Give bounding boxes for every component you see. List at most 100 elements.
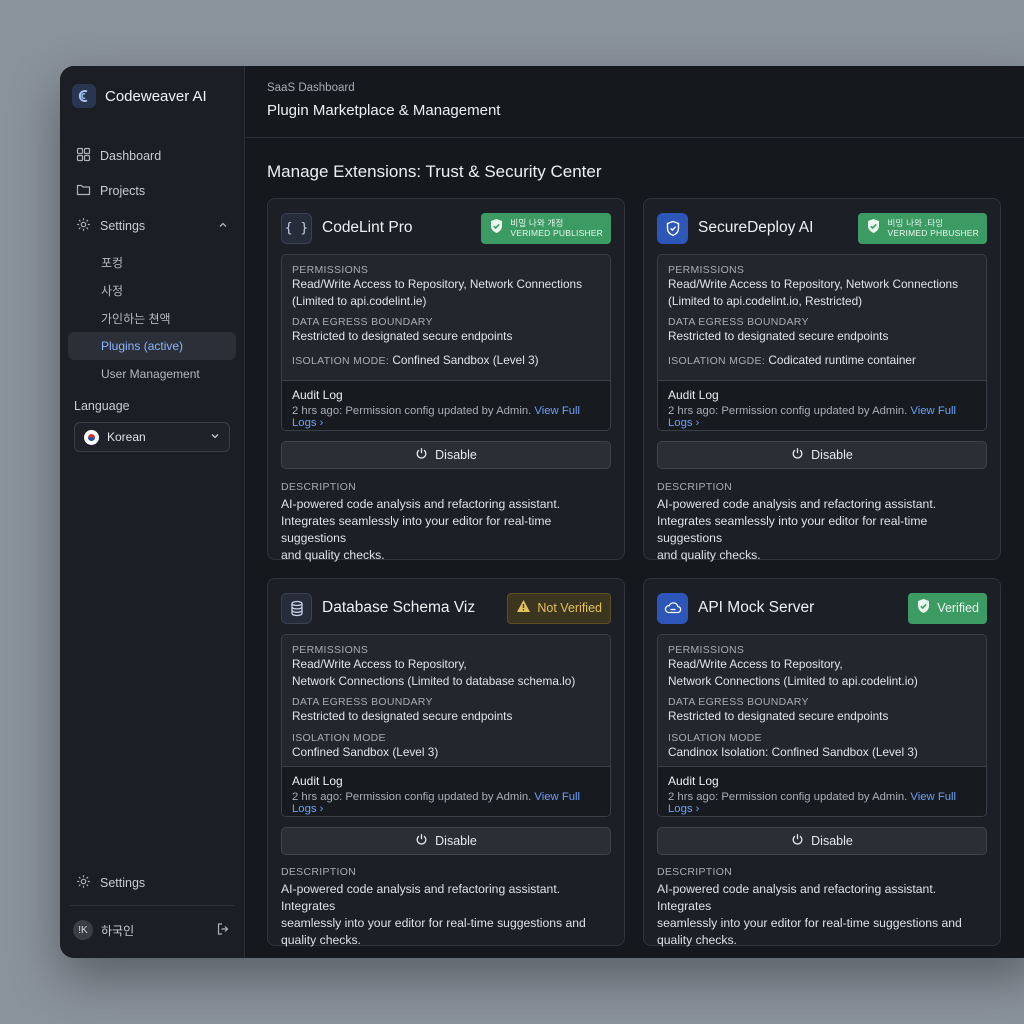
app-window: Codeweaver AI Dashboard Projects Setting… (60, 66, 1024, 958)
submenu-item[interactable]: 사정 (68, 276, 236, 304)
database-icon (281, 592, 312, 624)
isolation-value: Confined Sandbox (Level 3) (392, 352, 539, 367)
audit-log: Audit Log 2 hrs ago: Permission config u… (282, 380, 610, 430)
permissions-line: Read/Write Access to Repository, Network… (668, 277, 959, 291)
description-text: AI-powered code analysis and refactoring… (281, 497, 561, 562)
egress-value: Restricted to designated secure endpoint… (668, 329, 889, 343)
permissions-label: PERMISSIONS (292, 644, 369, 656)
description-text: AI-powered code analysis and refactoring… (657, 882, 962, 947)
shield-check-icon (916, 598, 931, 619)
description-label: DESCRIPTION (281, 866, 357, 878)
breadcrumb[interactable]: SaaS Dashboard (267, 82, 1018, 94)
verified-publisher-badge: 비밍 나와 .타잉 VERIMED PHBUSHER (858, 212, 987, 244)
logout-icon[interactable] (216, 922, 230, 939)
audit-log: Audit Log 2 hrs ago: Permission config u… (658, 766, 986, 816)
description-text: AI-powered code analysis and refactoring… (657, 497, 937, 562)
submenu-item-plugins[interactable]: Plugins (active) (68, 332, 236, 360)
shield-check-icon (866, 218, 881, 239)
permissions-label: PERMISSIONS (292, 264, 369, 276)
audit-log: Audit Log 2 hrs ago: Permission config u… (282, 766, 610, 816)
egress-value: Restricted to designated secure endpoint… (292, 709, 513, 723)
warning-icon (516, 599, 531, 618)
folder-icon (76, 182, 91, 200)
power-icon (415, 833, 428, 849)
grid-icon (76, 147, 91, 165)
disable-button[interactable]: Disable (281, 441, 611, 469)
user-profile[interactable]: !K 하국인 (73, 920, 230, 940)
sidebar-item-label: Projects (100, 183, 146, 198)
badge-label: Not Verified (537, 601, 602, 615)
sidebar-item-projects[interactable]: Projects (68, 173, 236, 208)
permissions-line: (Limited to api.codelint.io, Restricted) (668, 293, 863, 308)
plugin-name: CodeLint Pro (322, 219, 413, 236)
disable-button[interactable]: Disable (657, 441, 987, 469)
disable-button[interactable]: Disable (657, 827, 987, 855)
verified-badge: Verified (908, 592, 987, 624)
permissions-label: PERMISSIONS (668, 264, 745, 276)
audit-title: Audit Log (292, 774, 343, 788)
plugin-name: API Mock Server (698, 599, 815, 616)
language-label: Language (74, 399, 130, 413)
bottom-settings-label: Settings (100, 876, 146, 890)
isolation-value: Codicated runtime container (768, 352, 916, 367)
submenu-item[interactable]: 포컹 (68, 248, 236, 276)
plugin-card-database-schema-viz: Database Schema Viz Not Verified PERMISS… (267, 578, 625, 947)
badge-label: Verified (937, 601, 979, 615)
isolation-label: ISOLATION MODE: (292, 354, 390, 367)
isolation-label: ISOLATION MGDE: (668, 354, 766, 367)
sidebar-item-settings[interactable]: Settings (68, 208, 236, 243)
not-verified-badge: Not Verified (507, 592, 611, 624)
sidebar-item-dashboard[interactable]: Dashboard (68, 138, 236, 173)
disable-label: Disable (435, 834, 477, 848)
submenu-item[interactable]: 가인하는 쳔액 (68, 304, 236, 332)
page-title: Plugin Marketplace & Management (267, 102, 501, 119)
top-header: SaaS Dashboard Plugin Marketplace & Mana… (245, 66, 1024, 138)
disable-label: Disable (435, 448, 477, 462)
bottom-settings-link[interactable]: Settings (76, 874, 145, 892)
audit-text: 2 hrs ago: Permission config updated by … (668, 791, 908, 803)
korea-flag-icon (84, 429, 99, 445)
description-text: AI-powered code analysis and refactoring… (281, 882, 586, 947)
disable-button[interactable]: Disable (281, 827, 611, 855)
shield-check-icon (489, 218, 504, 239)
permissions-panel: PERMISSIONS Read/Write Access to Reposit… (657, 254, 987, 431)
shield-icon (657, 212, 688, 244)
description-label: DESCRIPTION (281, 481, 357, 493)
codeweaver-logo-icon (72, 84, 96, 108)
badge-line-2: VERIMED PHBUSHER (887, 228, 979, 238)
plugin-card-api-mock-server: API Mock Server Verified PERMISSIONS Rea… (643, 578, 1001, 947)
permissions-label: PERMISSIONS (668, 644, 745, 656)
sidebar-item-label: Dashboard (100, 148, 162, 163)
chevron-up-icon[interactable] (218, 219, 228, 233)
brand[interactable]: Codeweaver AI (72, 84, 207, 108)
permissions-line: Network Connections (Limited to api.code… (668, 673, 918, 688)
badge-line-1: 비밍 나와 .타잉 (887, 218, 944, 228)
permissions-line: Read/Write Access to Repository, (668, 657, 843, 671)
permissions-panel: PERMISSIONS Read/Write Access to Reposit… (281, 254, 611, 431)
sidebar-divider (70, 905, 234, 906)
braces-icon: { } (281, 212, 312, 244)
submenu-item-user-management[interactable]: User Management (68, 360, 236, 388)
egress-label: DATA EGRESS BOUNDARY (668, 316, 809, 328)
isolation-label: ISOLATION MODE (668, 731, 762, 744)
isolation-value: Candinox Isolation: Confined Sandbox (Le… (668, 744, 918, 759)
verified-publisher-badge: 비밀 나와 개정 VERIMED PUBLISHER (481, 212, 611, 244)
permissions-line: Network Connections (Limited to database… (292, 673, 576, 688)
badge-line-1: 비밀 나와 개정 (510, 218, 564, 228)
plugin-card-securedeploy: SecureDeploy AI 비밍 나와 .타잉 VERIMED PHBUSH… (643, 198, 1001, 562)
audit-title: Audit Log (668, 388, 719, 402)
audit-log: Audit Log 2 hrs ago: Permission config u… (658, 380, 986, 430)
isolation-value: Confined Sandbox (Level 3) (292, 744, 439, 759)
language-select[interactable]: Korean (74, 422, 230, 452)
chevron-down-icon (210, 430, 220, 444)
egress-label: DATA EGRESS BOUNDARY (292, 696, 433, 708)
cloud-icon (657, 592, 688, 624)
egress-value: Restricted to designated secure endpoint… (668, 709, 889, 723)
audit-text: 2 hrs ago: Permission config updated by … (668, 405, 908, 417)
egress-label: DATA EGRESS BOUNDARY (292, 316, 433, 328)
plugin-card-codelint: { } CodeLint Pro 비밀 나와 개정 VERIMED PUBLIS… (267, 198, 625, 562)
power-icon (791, 833, 804, 849)
main-content: SaaS Dashboard Plugin Marketplace & Mana… (245, 66, 1024, 958)
gear-icon (76, 217, 91, 235)
audit-title: Audit Log (292, 388, 343, 402)
